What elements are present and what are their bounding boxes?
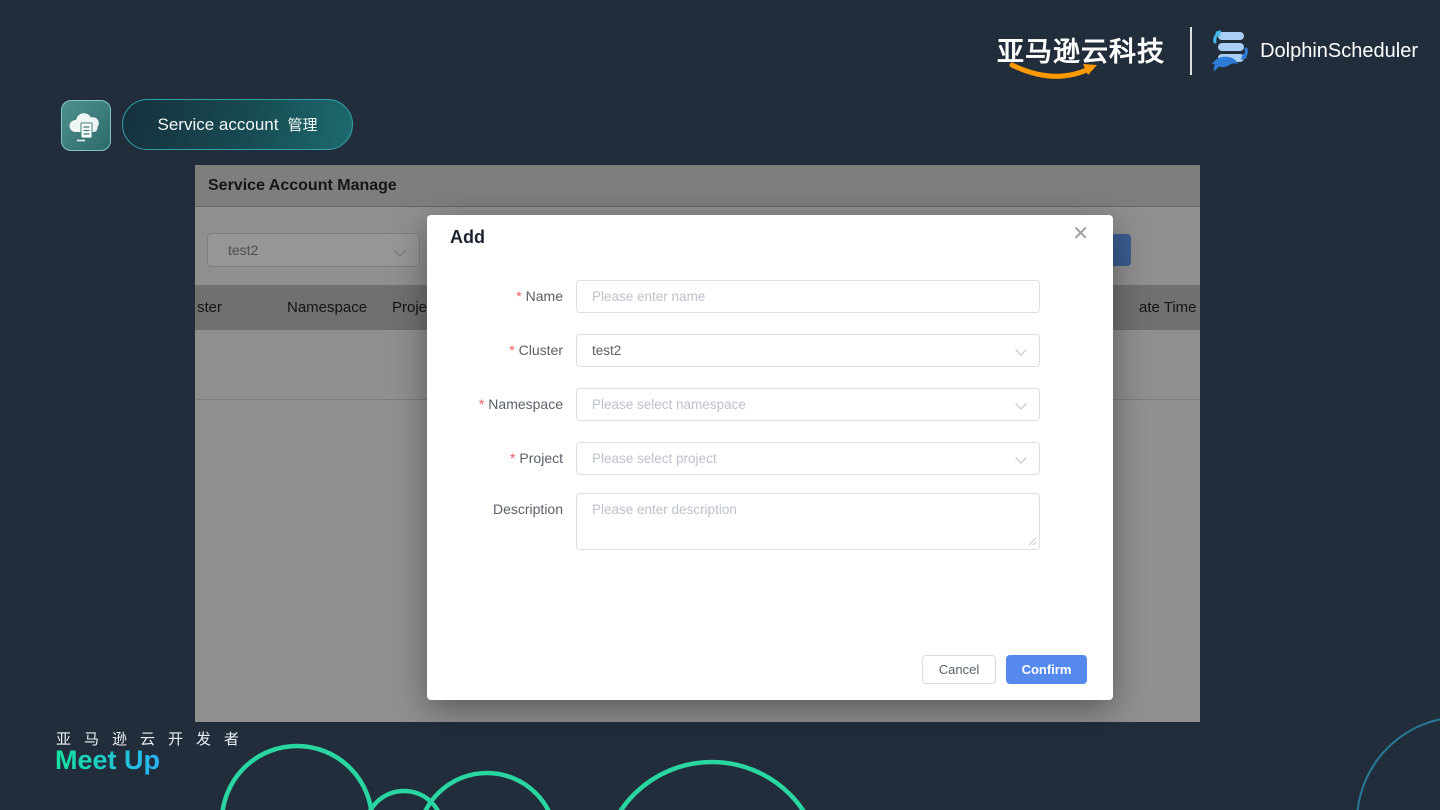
- cluster-select-value: test2: [592, 343, 622, 358]
- cluster-filter-select[interactable]: test2: [207, 233, 420, 267]
- required-marker: *: [516, 288, 522, 304]
- chevron-down-icon: [1015, 452, 1027, 464]
- brand-divider: [1190, 27, 1192, 75]
- required-marker: *: [509, 450, 516, 466]
- cluster-select[interactable]: test2: [576, 334, 1040, 367]
- chevron-down-icon: [1015, 398, 1027, 410]
- column-header-namespace: Namespace: [287, 299, 368, 316]
- chevron-down-icon: [394, 245, 406, 257]
- chevron-down-icon: [1015, 344, 1027, 356]
- column-header-project-partial: Proje: [392, 299, 428, 316]
- column-header-cluster-partial: ster: [197, 299, 223, 316]
- form-row-cluster: * Cluster test2: [427, 334, 1113, 367]
- required-marker: *: [509, 342, 515, 358]
- modal-footer: Cancel Confirm: [922, 655, 1087, 684]
- service-account-nav-label-en: Service account: [157, 114, 279, 134]
- project-label: * Project: [509, 450, 563, 466]
- form-row-namespace: * Namespace Please select namespace: [427, 388, 1113, 421]
- form-row-name: * Name: [427, 280, 1113, 313]
- footer-meetup-text: Meet Up: [55, 745, 161, 775]
- cluster-label: * Cluster: [509, 342, 563, 358]
- add-modal: Add ✕ *Name *Cluster test2 *Namespace Pl…: [427, 215, 1113, 700]
- cancel-button[interactable]: Cancel: [922, 655, 996, 684]
- dolphinscheduler-logo: DolphinScheduler: [1205, 28, 1418, 75]
- cloud-file-icon: [69, 112, 99, 141]
- namespace-label: * Namespace: [478, 396, 563, 412]
- close-icon[interactable]: ✕: [1072, 224, 1089, 244]
- description-label: Description: [492, 501, 563, 517]
- page-title: Service Account Manage: [208, 177, 397, 194]
- service-account-nav-label-zh: 管理: [287, 117, 318, 134]
- page-title-band: Service Account Manage: [195, 165, 1200, 207]
- amazon-smile-icon: [1009, 62, 1097, 79]
- form-row-description: Description: [427, 493, 1113, 550]
- add-form: *Name *Cluster test2 *Namespace Please s…: [427, 280, 1113, 571]
- column-header-time-partial: ate Time: [1139, 299, 1197, 316]
- project-select[interactable]: Please select project: [576, 442, 1040, 475]
- name-input[interactable]: [576, 280, 1040, 313]
- service-account-nav-badge[interactable]: Service account 管理: [122, 99, 353, 150]
- aws-china-logo: 亚马逊云科技: [997, 30, 1165, 79]
- description-textarea[interactable]: [576, 493, 1040, 550]
- resize-handle-icon[interactable]: [1027, 536, 1037, 546]
- required-marker: *: [478, 396, 485, 412]
- modal-title: Add: [450, 227, 485, 247]
- name-label: * Name: [516, 288, 563, 304]
- namespace-select-placeholder: Please select namespace: [592, 397, 746, 412]
- dolphinscheduler-icon: [1212, 30, 1248, 72]
- project-select-placeholder: Please select project: [592, 451, 717, 466]
- confirm-button[interactable]: Confirm: [1006, 655, 1087, 684]
- dolphinscheduler-logo-text: DolphinScheduler: [1260, 40, 1418, 62]
- cloud-service-icon-tile[interactable]: [61, 100, 111, 151]
- namespace-select[interactable]: Please select namespace: [576, 388, 1040, 421]
- cluster-filter-value: test2: [228, 242, 259, 258]
- form-row-project: * Project Please select project: [427, 442, 1113, 475]
